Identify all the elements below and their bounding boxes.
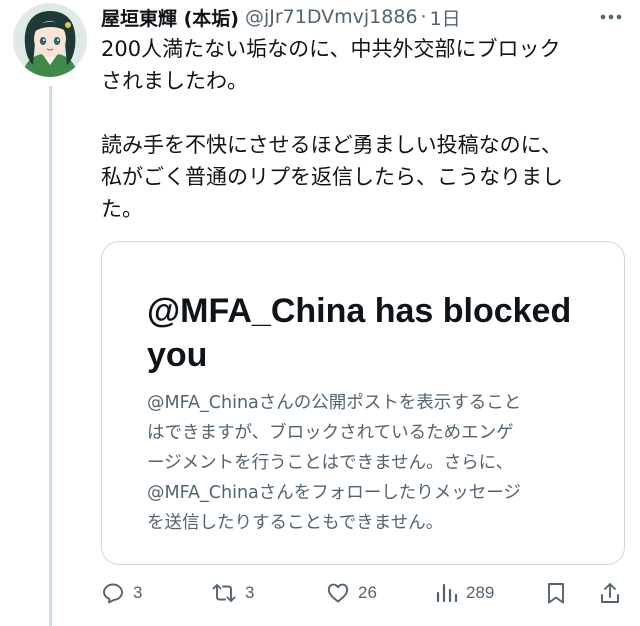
action-bar: 3 3 26 289	[101, 578, 631, 608]
tweet-text-line: されましたわ。	[101, 69, 248, 93]
retweet-icon	[212, 584, 236, 602]
reply-count: 3	[133, 583, 143, 602]
blocked-description: @MFA_Chinaさんの公開ポストを表示すること はできますが、ブロックされて…	[147, 388, 587, 538]
views-icon	[436, 583, 458, 603]
blocked-description-line: はできますが、ブロックされているためエンゲ	[147, 423, 514, 443]
tweet-timestamp[interactable]: 1日	[430, 4, 461, 31]
display-name[interactable]: 屋垣東輝 (本垢)	[101, 4, 239, 31]
tweet-text-line: 私がごく普通のリプを返信したら、こうなりまし	[101, 165, 563, 189]
tweet-text-line: 200人満たない垢なのに、中共外交部にブロック	[101, 37, 561, 61]
blocked-description-line: ージメントを行うことはできません。さらに、	[147, 453, 514, 473]
share-icon	[601, 583, 619, 603]
like-count: 26	[358, 583, 377, 602]
bookmark-icon	[548, 583, 564, 604]
blocked-title: @MFA_China has blocked you	[147, 292, 572, 374]
more-icon	[600, 14, 622, 20]
views-count: 289	[466, 583, 495, 602]
heart-icon	[327, 583, 349, 603]
tweet-text-line: た。	[101, 197, 143, 221]
blocked-description-line: を送信したりすることもできません。	[147, 513, 444, 533]
tweet-text-line	[101, 97, 621, 129]
retweet-button[interactable]: 3	[211, 578, 254, 608]
more-button[interactable]	[596, 6, 626, 28]
user-handle[interactable]: @jJr71DVmvj1886	[245, 6, 418, 28]
like-button[interactable]: 26	[326, 578, 377, 608]
blocked-card[interactable]: @MFA_China has blocked you @MFA_Chinaさんの…	[101, 241, 625, 565]
tweet: 屋垣東輝 (本垢) @jJr71DVmvj1886 · 1日 200人満たない垢…	[0, 0, 640, 626]
blocked-description-line: @MFA_Chinaさんの公開ポストを表示すること	[147, 393, 522, 413]
reply-button[interactable]: 3	[101, 578, 142, 608]
retweet-count: 3	[245, 583, 255, 602]
thread-line	[49, 86, 52, 626]
separator-dot: ·	[420, 6, 427, 28]
views-button[interactable]: 289	[434, 578, 494, 608]
tweet-header: 屋垣東輝 (本垢) @jJr71DVmvj1886 · 1日	[101, 0, 461, 34]
bookmark-button[interactable]	[545, 578, 567, 608]
reply-icon	[103, 583, 123, 604]
avatar[interactable]	[13, 3, 87, 77]
tweet-text: 200人満たない垢なのに、中共外交部にブロック されましたわ。 読み手を不快にさ…	[101, 33, 621, 225]
tweet-text-line: 読み手を不快にさせるほど勇ましい投稿なのに、	[101, 133, 562, 157]
share-button[interactable]	[598, 578, 622, 608]
avatar-image	[13, 3, 87, 77]
blocked-description-line: @MFA_Chinaさんをフォローしたりメッセージ	[147, 483, 521, 503]
